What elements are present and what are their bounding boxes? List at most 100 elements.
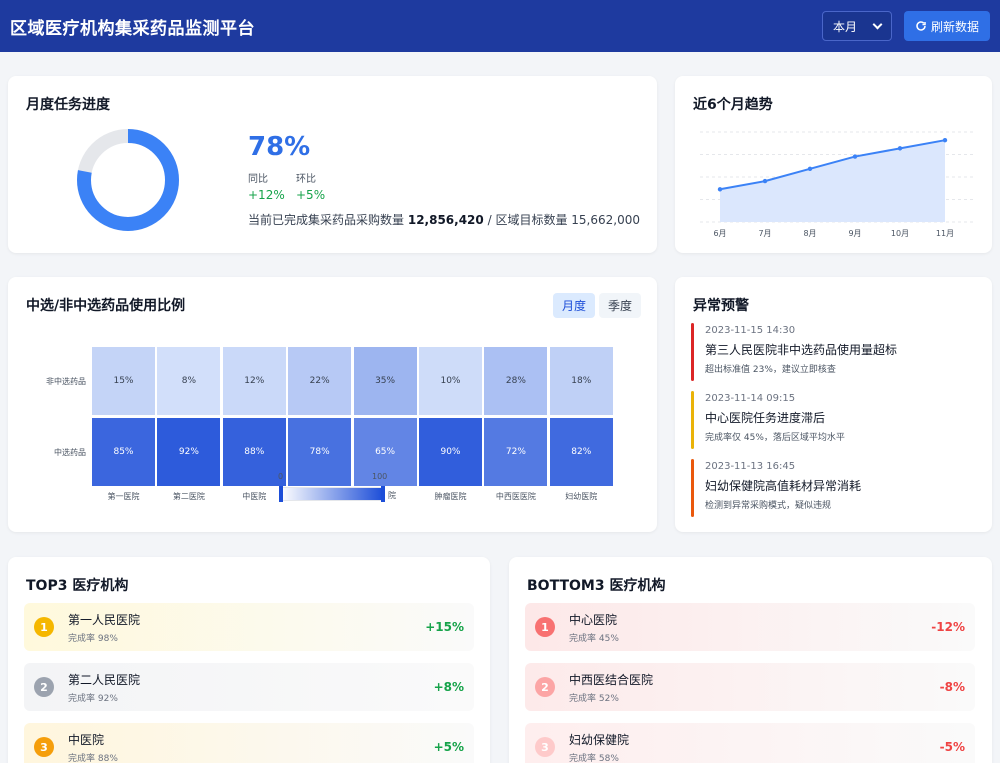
rank-name: 第一人民医院 xyxy=(68,612,141,627)
chevron-down-icon xyxy=(872,19,883,29)
alert-title: 中心医院任务进度滞后 xyxy=(705,411,826,425)
rank-rate: 完成率 92% xyxy=(68,693,118,704)
alert-item[interactable]: 2023-11-15 14:30 第三人民医院非中选药品使用量超标 超出标准值 23… xyxy=(691,323,981,381)
rank-item[interactable]: 3 妇幼保健院完成率 58% -5% xyxy=(525,723,975,763)
alert-severity-bar xyxy=(691,459,694,517)
summary-mid: / 区域目标数量 xyxy=(487,213,568,227)
heatmap-cell[interactable]: 22% xyxy=(287,346,353,416)
heatmap-cell[interactable]: 12% xyxy=(221,346,287,416)
rank-name: 妇幼保健院 xyxy=(569,732,630,747)
rank-medal-icon: 2 xyxy=(34,677,54,697)
period-select[interactable]: 本月 xyxy=(822,11,892,41)
heatmap-x-label: 第二医院 xyxy=(172,492,205,501)
trend-x-tick: 8月 xyxy=(803,229,816,238)
rank-delta: +8% xyxy=(433,680,464,694)
rank-name: 第二人民医院 xyxy=(68,672,141,687)
heatmap-cell[interactable]: 15% xyxy=(91,346,156,416)
heatmap-y-label: 非中选药品 xyxy=(46,376,86,386)
rank-delta: -5% xyxy=(939,740,965,754)
rank-info: 妇幼保健院完成率 58% xyxy=(569,731,629,763)
trend-point xyxy=(897,146,903,151)
rank-item[interactable]: 2 中西医结合医院 完成率 52% -8% xyxy=(525,663,975,711)
summary-prefix: 当前已完成集采药品采购数量 xyxy=(248,213,405,227)
rank-info: 第二人民医院完成率 92% xyxy=(68,671,140,704)
trend-x-tick: 6月 xyxy=(713,229,726,238)
alert-item[interactable]: 2023-11-13 16:45 妇幼保健院高值耗材异常消耗 检测到异常采购模式，疑… xyxy=(691,459,981,517)
trend-point xyxy=(717,187,723,192)
rank-info: 中心医院 完成率 45% xyxy=(569,611,619,644)
heatmap-cell[interactable]: 78% xyxy=(287,417,353,487)
heatmap-x-label: 妇幼医院 xyxy=(565,492,598,501)
trend-x-tick: 11月 xyxy=(936,229,954,238)
rank-delta: -8% xyxy=(939,680,965,694)
rank-medal-icon: 3 xyxy=(535,737,555,757)
heatmap-visualmap[interactable] xyxy=(279,486,385,502)
heatmap-cell[interactable]: 35% xyxy=(352,346,418,416)
progress-card: 月度任务进度 78% 同比 +12% 环比 +5% 当前已完成集采药品采购数量 … xyxy=(8,76,657,253)
heatmap-cell[interactable]: 82% xyxy=(548,417,614,487)
mom-block: 环比 +5% xyxy=(296,170,325,202)
trend-area xyxy=(720,140,945,222)
progress-percent: 78% xyxy=(248,132,311,162)
trend-x-tick: 10月 xyxy=(891,229,909,238)
refresh-button-label: 刷新数据 xyxy=(930,19,979,34)
rank-item[interactable]: 1 中心医院 完成率 45% -12% xyxy=(525,603,975,651)
alert-desc: 超出标准值 23%，建议立即核查 xyxy=(705,365,836,375)
heatmap-cell[interactable]: 18% xyxy=(548,346,614,416)
rank-info: 第一人民医院 完成率 98% xyxy=(68,611,140,644)
progress-title: 月度任务进度 xyxy=(26,97,110,113)
alerts-card: 异常预警 2023-11-15 14:30 第三人民医院非中选药品使用量超标 超出标… xyxy=(675,277,992,532)
mom-label: 环比 xyxy=(296,174,316,185)
rank-name: 中医院 xyxy=(68,732,105,747)
rank-medal-icon: 1 xyxy=(34,617,54,637)
completed-count: 12,856,420 xyxy=(407,213,484,227)
trend-card: 近6个月趋势 6月 7月 8月 9月 10月 11月 xyxy=(675,76,992,253)
rank-info: 中西医结合医院完成率 52% xyxy=(569,671,653,704)
target-count: 15,662,000 xyxy=(571,213,640,227)
refresh-button[interactable]: 刷新数据 xyxy=(904,11,990,41)
yoy-block: 同比 +12% xyxy=(248,170,285,202)
rank-rate: 完成率 45% xyxy=(569,633,619,644)
visualmap-max-handle[interactable] xyxy=(381,486,385,502)
heatmap-cell[interactable]: 72% xyxy=(483,417,549,487)
rank-item[interactable]: 2 第二人民医院完成率 92% +8% xyxy=(24,663,474,711)
ratio-card: 中选/非中选药品使用比例 月度 季度 非中选药品 15% 8% 12% 22% 35% 10… xyxy=(8,277,657,532)
alert-severity-bar xyxy=(691,323,694,381)
heatmap-cell[interactable]: 90% xyxy=(418,417,483,487)
app-header: 区域医疗机构集采药品监测平台 本月 刷新数据 xyxy=(0,0,1000,52)
heatmap-cell[interactable]: 85% xyxy=(91,417,156,487)
alert-title: 第三人民医院非中选药品使用量超标 xyxy=(705,343,898,357)
rank-delta: +15% xyxy=(425,620,464,634)
heatmap-x-label: 第一医院 xyxy=(107,492,140,501)
ratio-heatmap: 非中选药品 15% 8% 12% 22% 35% 10% 28% 18% 中选药品 85% 92% 88… xyxy=(8,277,657,532)
heatmap-cell[interactable]: 10% xyxy=(418,346,483,416)
trend-point xyxy=(942,137,948,143)
alert-time: 2023-11-13 16:45 xyxy=(705,461,796,472)
alert-time: 2023-11-14 09:15 xyxy=(705,393,796,404)
trend-chart: 6月 7月 8月 9月 10月 11月 xyxy=(700,131,975,238)
period-select-value: 本月 xyxy=(833,19,858,34)
mom-value: +5% xyxy=(296,188,326,202)
progress-donut xyxy=(77,129,179,231)
alert-desc: 完成率仅 45%，落后区域平均水平 xyxy=(705,433,845,443)
alert-severity-bar xyxy=(691,391,694,449)
rank-rate: 完成率 52% xyxy=(569,693,619,704)
rank-medal-icon: 3 xyxy=(34,737,54,757)
heatmap-x-label: 肿瘤医院 xyxy=(434,492,467,501)
top3-card: TOP3 医疗机构 1 第一人民医院 完成率 98% +15% 2 第二人民医院 完成率 9… xyxy=(8,557,490,763)
rank-rate: 完成率 58% xyxy=(569,753,619,763)
rank-name: 中西医结合医院 xyxy=(569,672,654,687)
visualmap-max-label: 100 xyxy=(372,472,388,481)
heatmap-cell[interactable]: 8% xyxy=(156,346,222,416)
alert-item[interactable]: 2023-11-14 09:15 中心医院任务进度滞后完成率仅 45%，落后区域平… xyxy=(691,391,981,449)
heatmap-cell[interactable]: 28% xyxy=(483,346,549,416)
heatmap-cell[interactable]: 92% xyxy=(156,417,222,487)
rank-delta: +5% xyxy=(433,740,464,754)
rank-item[interactable]: 3 中医院 完成率 88% +5% xyxy=(24,723,474,763)
refresh-icon xyxy=(916,21,926,31)
rank-item[interactable]: 1 第一人民医院 完成率 98% +15% xyxy=(24,603,474,651)
heatmap-x-label: 中医院 xyxy=(242,492,267,501)
visualmap-min-handle[interactable] xyxy=(279,486,283,502)
page-title: 区域医疗机构集采药品监测平台 xyxy=(10,18,255,39)
progress-summary: 当前已完成集采药品采购数量 12,856,420 / 区域目标数量 15,662… xyxy=(248,211,640,228)
